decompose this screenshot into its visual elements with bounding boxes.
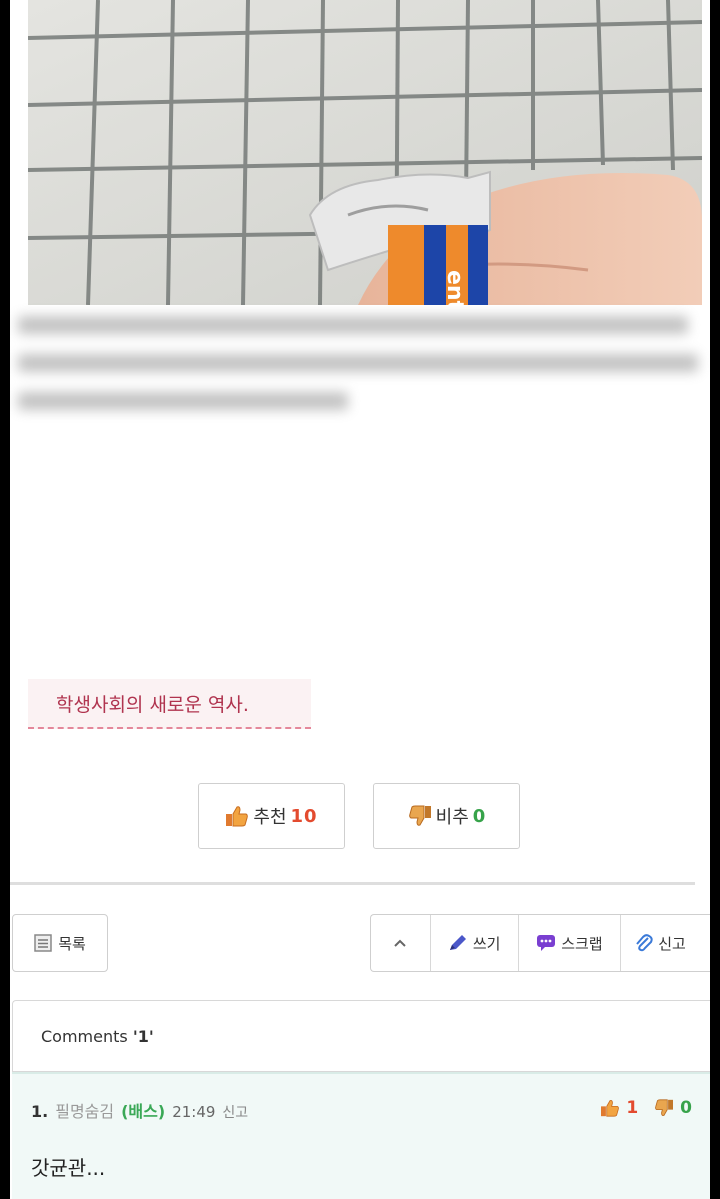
post-toolbar: 쓰기 스크랩 신고	[370, 914, 710, 972]
thumbs-down-icon	[408, 805, 431, 826]
scrap-button[interactable]: 스크랩	[519, 915, 622, 971]
thumbs-up-icon[interactable]	[600, 1099, 620, 1117]
chevron-up-icon	[394, 939, 407, 947]
list-icon	[34, 934, 52, 952]
thumbs-up-icon	[226, 806, 249, 827]
comments-header: Comments '1'	[12, 1000, 710, 1072]
comment-meta: 1. 필명숨김 (배스) 21:49 신고	[31, 1098, 248, 1122]
list-label: 목록	[58, 934, 86, 953]
comment-item: 1. 필명숨김 (배스) 21:49 신고 1 0 갓균관...	[12, 1072, 710, 1199]
comment-body: 갓균관...	[31, 1156, 106, 1180]
comment-up-count: 1	[626, 1098, 639, 1118]
comments-count: '1'	[132, 1026, 154, 1046]
thumbs-down-icon[interactable]	[654, 1099, 674, 1117]
recommend-count: 10	[290, 805, 318, 827]
comment-time: 21:49	[172, 1103, 216, 1121]
post-image: ent	[28, 0, 702, 305]
comment-number: 1.	[31, 1102, 49, 1121]
pencil-icon	[449, 935, 466, 950]
comment-author: 필명숨김	[55, 1102, 115, 1121]
comment-down-count: 0	[680, 1098, 692, 1118]
write-label: 쓰기	[472, 934, 501, 953]
blurred-text-area	[10, 310, 710, 420]
disrecommend-button[interactable]: 비추 0	[373, 783, 520, 849]
report-label: 신고	[658, 934, 686, 953]
speech-bubble-icon	[537, 935, 556, 951]
disrecommend-label: 비추	[435, 807, 469, 828]
recommend-button[interactable]: 추천 10	[198, 783, 345, 849]
recommend-label: 추천	[253, 807, 287, 828]
post-page: ent 학생사회의 새로운 역사. 추천 10 비추 0 목록 쓰기 스크랩 신…	[10, 0, 710, 1199]
paperclip-icon	[636, 934, 653, 952]
comments-header-label: Comments	[41, 1026, 128, 1046]
comment-report-link[interactable]: 신고	[222, 1102, 248, 1122]
section-divider	[10, 882, 695, 885]
disrecommend-count: 0	[472, 805, 486, 827]
comment-nickname: (배스)	[121, 1102, 166, 1121]
report-button[interactable]: 신고	[621, 915, 710, 971]
list-button[interactable]: 목록	[12, 914, 108, 972]
scroll-top-button[interactable]	[371, 915, 431, 971]
post-caption-text: 학생사회의 새로운 역사.	[56, 693, 249, 716]
comment-votes: 1 0	[600, 1098, 692, 1118]
svg-text:ent: ent	[442, 270, 467, 305]
scrap-label: 스크랩	[561, 934, 603, 953]
post-caption: 학생사회의 새로운 역사.	[28, 679, 311, 729]
write-button[interactable]: 쓰기	[431, 915, 519, 971]
